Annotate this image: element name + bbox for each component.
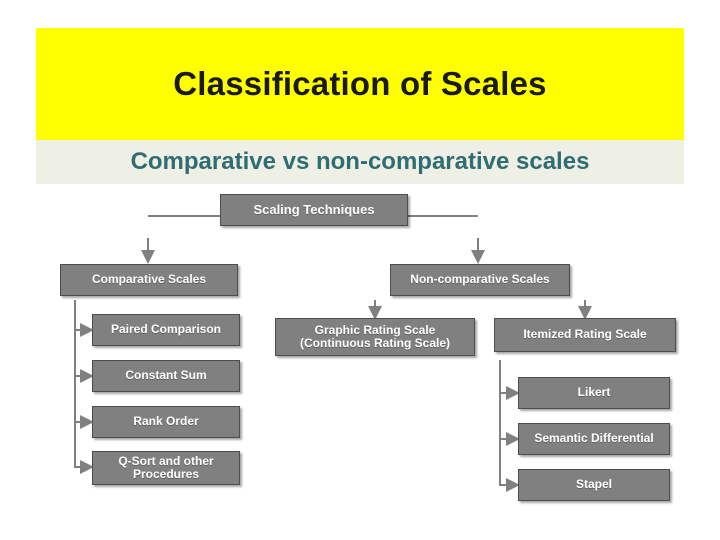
edge-itemized-semantic [499, 393, 520, 446]
node-q-sort-and-other-procedures[interactable]: Q-Sort and other Procedures [92, 451, 240, 485]
node-graphic-rating-scale[interactable]: Graphic Rating Scale (Continuous Rating … [275, 318, 475, 356]
page-title: Classification of Scales [173, 65, 547, 102]
node-label: Comparative Scales [91, 272, 207, 287]
node-label: Non-comparative Scales [410, 272, 550, 287]
node-itemized-rating-scale[interactable]: Itemized Rating Scale [494, 318, 676, 352]
node-label: Likert [577, 385, 611, 400]
edge-comparative-paired [74, 300, 94, 337]
node-rank-order[interactable]: Rank Order [92, 406, 240, 438]
edge-itemized-likert [499, 360, 520, 400]
subtitle-band: Comparative vs non-comparative scales [36, 140, 684, 184]
node-label: Itemized Rating Scale [523, 327, 647, 342]
node-comparative-scales[interactable]: Comparative Scales [60, 264, 238, 296]
node-scaling-techniques[interactable]: Scaling Techniques [220, 194, 408, 226]
node-label: Stapel [575, 477, 612, 492]
edge-comparative-rank [74, 376, 94, 429]
node-semantic-differential[interactable]: Semantic Differential [518, 423, 670, 455]
node-paired-comparison[interactable]: Paired Comparison [92, 314, 240, 346]
node-label: Constant Sum [125, 368, 207, 383]
edge-itemized-stapel [499, 439, 520, 492]
node-label: Semantic Differential [534, 431, 654, 446]
node-constant-sum[interactable]: Constant Sum [92, 360, 240, 392]
node-stapel[interactable]: Stapel [518, 469, 670, 501]
title-banner: Classification of Scales [36, 28, 684, 140]
node-label: Rank Order [133, 414, 199, 429]
page-subtitle: Comparative vs non-comparative scales [130, 148, 590, 175]
node-non-comparative-scales[interactable]: Non-comparative Scales [390, 264, 570, 296]
node-label: Q-Sort and other Procedures [118, 453, 214, 481]
edge-comparative-qsort [74, 422, 94, 474]
node-likert[interactable]: Likert [518, 377, 670, 409]
node-label: Scaling Techniques [253, 201, 375, 217]
node-label: Graphic Rating Scale (Continuous Rating … [300, 322, 450, 350]
edge-comparative-constant [74, 330, 94, 383]
node-label: Paired Comparison [110, 322, 222, 337]
scales-hierarchy-diagram: Scaling Techniques Comparative Scales No… [0, 190, 720, 540]
